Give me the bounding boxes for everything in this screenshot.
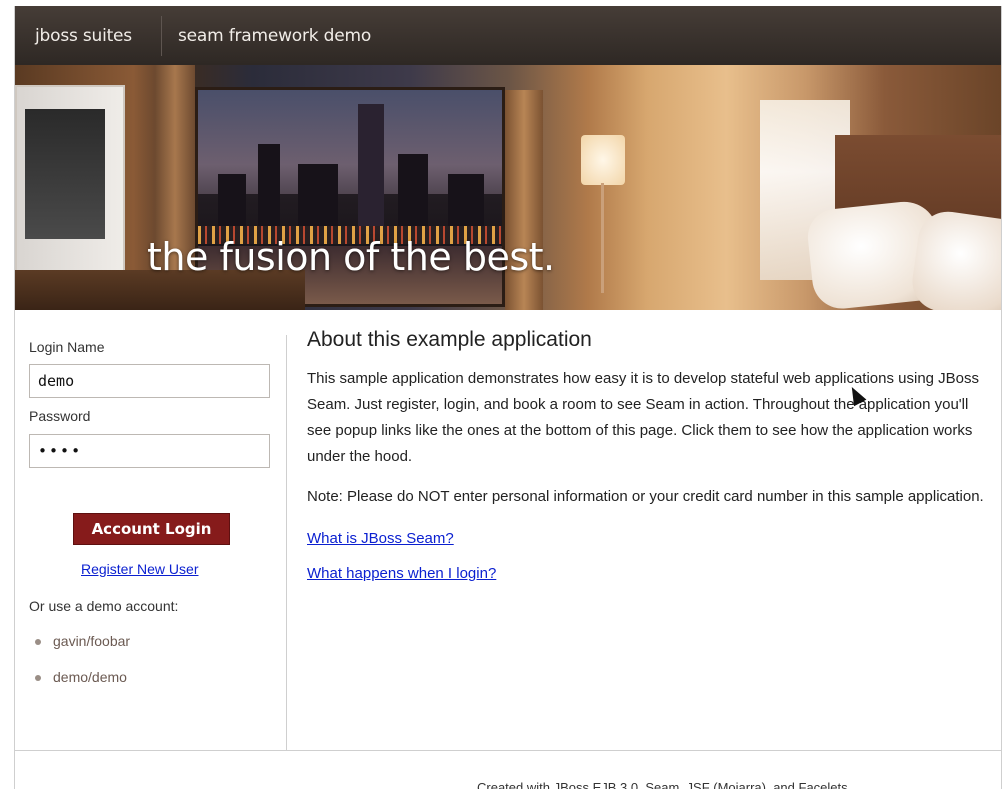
banner-building [258,144,280,234]
demo-account-list: gavin/foobar demo/demo [35,633,130,705]
demo-account-heading: Or use a demo account: [29,598,179,614]
bullet-icon [35,675,41,681]
footer-divider [15,750,1001,751]
demo-account-item: gavin/foobar [35,633,130,669]
what-is-jboss-seam-link[interactable]: What is JBoss Seam? [307,530,454,547]
login-panel: Login Name demo Password •••• Account Lo… [15,335,287,750]
register-new-user-link[interactable]: Register New User [81,561,198,577]
nav-link-jboss-suites[interactable]: jboss suites [35,6,132,65]
banner-tv-screen [25,109,105,239]
nav-link-seam-framework-demo[interactable]: seam framework demo [178,6,371,65]
banner-building [218,174,246,234]
banner-lamp [581,135,625,185]
hero-banner-image: the fusion of the best. [15,65,1001,310]
footer-credits: Created with JBoss EJB 3.0, Seam, JSF (M… [477,780,848,789]
main-content: About this example application This samp… [307,328,987,582]
login-name-label: Login Name [29,339,105,355]
demo-account-credentials: demo/demo [53,669,127,685]
banner-television [15,85,125,285]
page-title: About this example application [307,328,592,351]
password-input[interactable]: •••• [29,434,270,468]
banner-building [358,104,384,234]
banner-building [298,164,338,234]
bullet-icon [35,639,41,645]
note-paragraph: Note: Please do NOT enter personal infor… [307,488,984,505]
banner-lamp-pole [601,183,604,293]
banner-building [448,174,484,234]
account-login-button[interactable]: Account Login [73,513,230,545]
intro-paragraph: This sample application demonstrates how… [307,370,980,465]
demo-account-item: demo/demo [35,669,130,705]
what-happens-login-link[interactable]: What happens when I login? [307,565,496,582]
login-panel-top [15,310,287,335]
login-name-input[interactable]: demo [29,364,270,398]
banner-building [398,154,428,234]
password-label: Password [29,408,91,424]
banner-tagline: the fusion of the best. [147,235,555,279]
top-navigation-bar: jboss suites seam framework demo [15,6,1001,65]
demo-account-credentials: gavin/foobar [53,633,131,649]
nav-separator [161,16,162,56]
